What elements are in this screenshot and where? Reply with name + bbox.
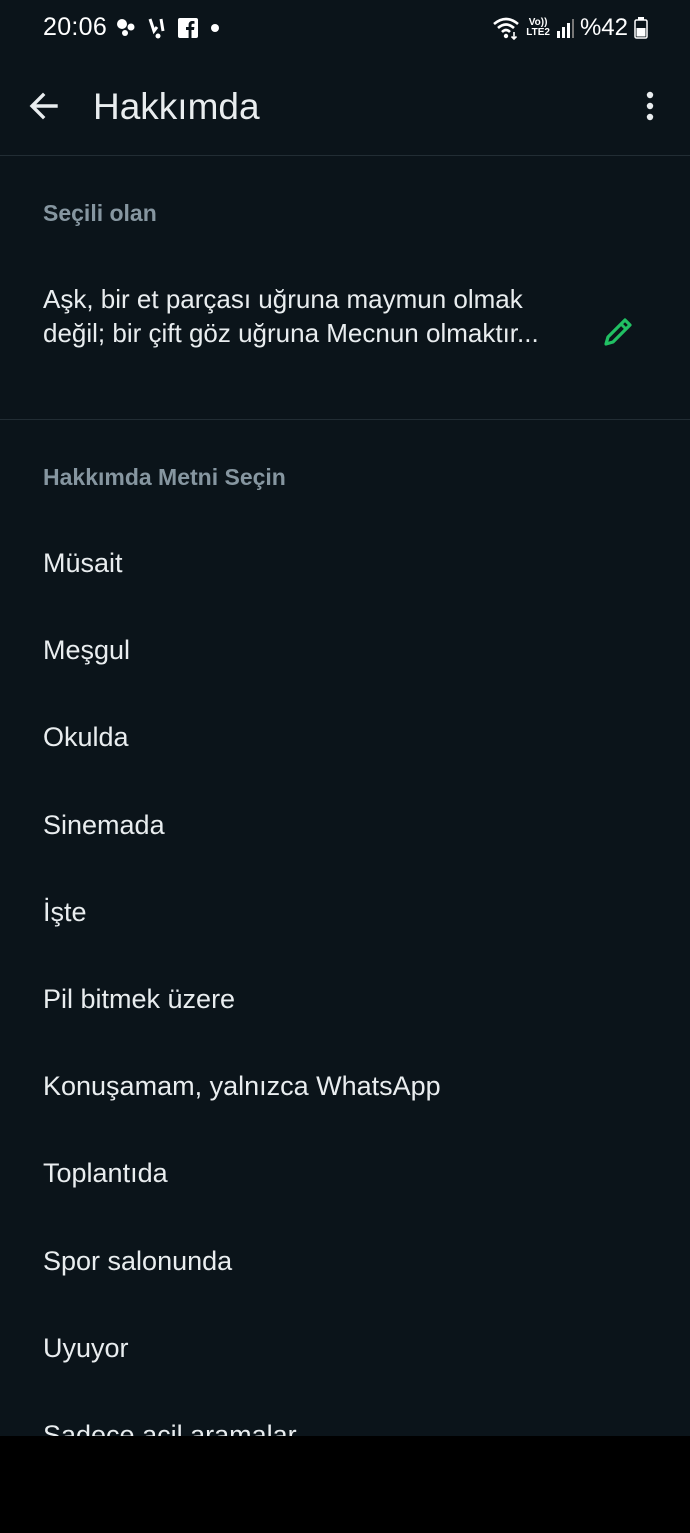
lte-bottom-label: LTE2 <box>526 27 550 38</box>
pencil-icon <box>604 318 632 346</box>
about-options-list: Müsait Meşgul Okulda Sinemada İşte Pil b… <box>0 520 690 1436</box>
status-time: 20:06 <box>43 13 108 41</box>
about-option-item[interactable]: Spor salonunda <box>0 1218 690 1305</box>
about-option-item[interactable]: Uyuyor <box>0 1305 690 1392</box>
more-vertical-icon <box>646 91 654 121</box>
about-screen: 20:06 Vo)) LTE2 %42 Hakkımda Seçili olan… <box>0 0 690 1436</box>
about-option-item[interactable]: Müsait <box>0 520 690 607</box>
about-option-item[interactable]: Sadece acil aramalar <box>0 1392 690 1436</box>
battery-icon <box>634 17 648 39</box>
about-option-item[interactable]: İşte <box>0 869 690 956</box>
status-notification-icons <box>116 14 222 42</box>
voicemail-icon <box>148 18 165 39</box>
current-section-label: Seçili olan <box>43 200 157 226</box>
choose-section-label: Hakkımda Metni Seçin <box>43 464 286 490</box>
battery-percentage: %42 <box>579 14 628 41</box>
notification-dot-icon <box>117 19 135 36</box>
wifi-icon <box>493 17 520 40</box>
lte-indicator: Vo)) LTE2 <box>526 18 550 38</box>
about-option-item[interactable]: Pil bitmek üzere <box>0 956 690 1043</box>
more-options-button[interactable] <box>632 82 668 130</box>
about-option-item[interactable]: Toplantıda <box>0 1130 690 1217</box>
arrow-left-icon <box>29 92 58 120</box>
status-system-icons: Vo)) LTE2 %42 <box>492 13 648 43</box>
dot-icon <box>211 24 219 32</box>
facebook-icon <box>178 18 198 38</box>
about-option-item[interactable]: Sinemada <box>0 782 690 869</box>
about-option-item[interactable]: Okulda <box>0 694 690 781</box>
signal-icon <box>556 19 574 38</box>
status-bar: 20:06 Vo)) LTE2 %42 <box>0 0 690 56</box>
back-button[interactable] <box>20 82 68 130</box>
edit-about-button[interactable] <box>596 310 640 354</box>
current-about-row[interactable]: Aşk, bir et parçası uğruna maymun olmak … <box>0 260 690 420</box>
system-navigation-area <box>0 1436 690 1533</box>
about-option-item[interactable]: Konuşamam, yalnızca WhatsApp <box>0 1043 690 1130</box>
app-bar: Hakkımda <box>0 56 690 156</box>
about-option-item[interactable]: Meşgul <box>0 607 690 694</box>
page-title: Hakkımda <box>93 86 260 127</box>
current-about-text: Aşk, bir et parçası uğruna maymun olmak … <box>43 284 539 348</box>
